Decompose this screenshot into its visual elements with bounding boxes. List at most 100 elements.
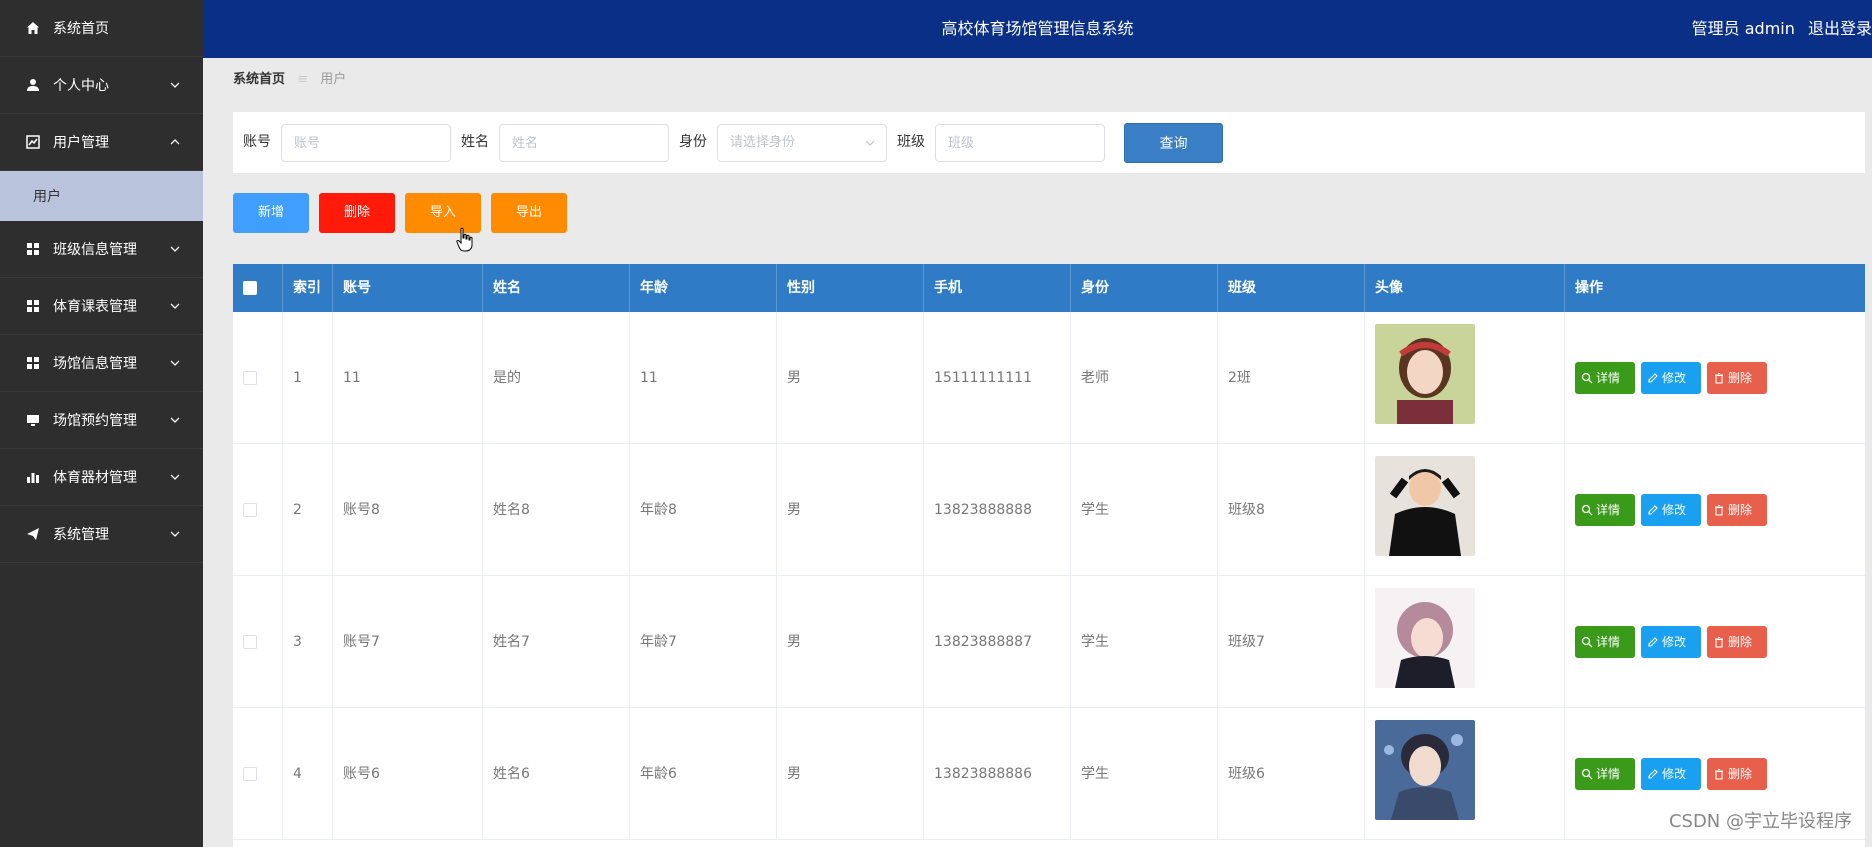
- delete-button[interactable]: 删除: [1707, 362, 1767, 394]
- row-checkbox[interactable]: [243, 635, 257, 649]
- chevron-down-icon: [170, 417, 180, 423]
- cell-gender: 男: [777, 312, 924, 444]
- avatar: [1375, 720, 1475, 820]
- edit-icon: [1648, 637, 1658, 647]
- delete-button[interactable]: 删除: [1707, 758, 1767, 790]
- sidebar-item-user-management[interactable]: 用户管理: [0, 114, 203, 171]
- sidebar-item-profile[interactable]: 个人中心: [0, 57, 203, 114]
- row-checkbox[interactable]: [243, 767, 257, 781]
- account-label: 账号: [243, 134, 271, 150]
- logout-link[interactable]: 退出登录: [1808, 19, 1872, 38]
- delete-button[interactable]: 删除: [1707, 494, 1767, 526]
- cell-class: 班级8: [1218, 444, 1365, 576]
- sidebar-item-pe-schedule[interactable]: 体育课表管理: [0, 278, 203, 335]
- chevron-down-icon: [170, 82, 180, 88]
- header-class: 班级: [1218, 264, 1365, 312]
- query-button[interactable]: 查询: [1124, 123, 1223, 163]
- detail-button[interactable]: 详情: [1575, 494, 1635, 526]
- sidebar-item-venue-info[interactable]: 场馆信息管理: [0, 335, 203, 392]
- role-select[interactable]: 请选择身份: [717, 124, 887, 162]
- role-label: 身份: [679, 134, 707, 150]
- cell-phone: 13823888887: [924, 576, 1071, 708]
- trash-icon: [1715, 768, 1723, 780]
- sidebar-subitem-label: 用户: [33, 189, 61, 205]
- cell-index: 2: [283, 444, 333, 576]
- grid-icon: [25, 355, 41, 371]
- cell-name: 是的: [483, 312, 630, 444]
- search-panel: 账号 姓名 身份 请选择身份 班级 查询: [233, 112, 1865, 173]
- sidebar-item-venue-booking[interactable]: 场馆预约管理: [0, 392, 203, 449]
- grid-icon: [25, 298, 41, 314]
- search-icon: [1581, 768, 1593, 780]
- sidebar-item-label: 场馆信息管理: [53, 356, 137, 372]
- users-table: 索引 账号 姓名 年龄 性别 手机 身份 班级 头像 操作 1 11 是的 11…: [233, 264, 1865, 847]
- chevron-down-icon: [170, 531, 180, 537]
- row-checkbox[interactable]: [243, 503, 257, 517]
- cell-age: 11: [630, 312, 777, 444]
- chevron-down-icon: [170, 246, 180, 252]
- row-select-cell: [233, 444, 283, 576]
- cell-index: 4: [283, 708, 333, 840]
- cell-gender: 男: [777, 576, 924, 708]
- detail-button[interactable]: 详情: [1575, 758, 1635, 790]
- edit-button[interactable]: 修改: [1641, 626, 1701, 658]
- table-header: 索引 账号 姓名 年龄 性别 手机 身份 班级 头像 操作: [233, 264, 1865, 312]
- add-button[interactable]: 新增: [233, 193, 309, 233]
- batch-delete-button[interactable]: 删除: [319, 193, 395, 233]
- row-select-cell: [233, 312, 283, 444]
- cell-class: 班级6: [1218, 708, 1365, 840]
- header-name: 姓名: [483, 264, 630, 312]
- cell-account: 11: [333, 312, 483, 444]
- table-row: 3 账号7 姓名7 年龄7 男 13823888887 学生 班级7 详情 修改…: [233, 576, 1865, 708]
- cell-role: 学生: [1071, 576, 1218, 708]
- header-select-all: [233, 264, 283, 312]
- sidebar-item-equipment[interactable]: 体育器材管理: [0, 449, 203, 506]
- send-icon: [25, 526, 41, 542]
- header-avatar: 头像: [1365, 264, 1565, 312]
- export-button[interactable]: 导出: [491, 193, 567, 233]
- sidebar-subitem-users[interactable]: 用户: [0, 171, 203, 221]
- header-account: 账号: [333, 264, 483, 312]
- edit-button[interactable]: 修改: [1641, 758, 1701, 790]
- sidebar-item-system[interactable]: 系统管理: [0, 506, 203, 563]
- breadcrumb: 系统首页 ≡ 用户: [233, 70, 346, 90]
- sidebar-item-label: 体育器材管理: [53, 470, 137, 486]
- sidebar: 系统首页 个人中心 用户管理 用户 班级信息管理 体育课表管理 场馆信息管理 场…: [0, 0, 203, 847]
- chevron-down-icon: [170, 474, 180, 480]
- cell-actions: 详情 修改 删除: [1565, 444, 1865, 576]
- cell-account: 账号7: [333, 576, 483, 708]
- account-input[interactable]: [281, 124, 451, 162]
- select-all-checkbox[interactable]: [243, 281, 257, 295]
- cell-index: 3: [283, 576, 333, 708]
- cell-index: 1: [283, 312, 333, 444]
- cell-age: 年龄6: [630, 708, 777, 840]
- monitor-icon: [25, 412, 41, 428]
- header-role: 身份: [1071, 264, 1218, 312]
- detail-button[interactable]: 详情: [1575, 626, 1635, 658]
- edit-button[interactable]: 修改: [1641, 362, 1701, 394]
- cell-role: 学生: [1071, 708, 1218, 840]
- detail-button[interactable]: 详情: [1575, 362, 1635, 394]
- edit-icon: [1648, 769, 1658, 779]
- class-label: 班级: [897, 134, 925, 150]
- breadcrumb-home[interactable]: 系统首页: [233, 72, 285, 87]
- cell-role: 老师: [1071, 312, 1218, 444]
- cell-avatar: [1365, 312, 1565, 444]
- class-input[interactable]: [935, 124, 1105, 162]
- header-gender: 性别: [777, 264, 924, 312]
- sidebar-item-home[interactable]: 系统首页: [0, 0, 203, 57]
- header-user-area: 管理员 admin 退出登录: [1684, 0, 1872, 58]
- trash-icon: [1715, 372, 1723, 384]
- delete-button[interactable]: 删除: [1707, 626, 1767, 658]
- home-icon: [25, 20, 41, 36]
- sidebar-item-label: 体育课表管理: [53, 299, 137, 315]
- cell-actions: 详情 修改 删除: [1565, 576, 1865, 708]
- sidebar-item-label: 用户管理: [53, 135, 109, 151]
- search-icon: [1581, 636, 1593, 648]
- row-checkbox[interactable]: [243, 371, 257, 385]
- chevron-up-icon: [170, 139, 180, 145]
- edit-button[interactable]: 修改: [1641, 494, 1701, 526]
- cell-gender: 男: [777, 444, 924, 576]
- sidebar-item-class-info[interactable]: 班级信息管理: [0, 221, 203, 278]
- name-input[interactable]: [499, 124, 669, 162]
